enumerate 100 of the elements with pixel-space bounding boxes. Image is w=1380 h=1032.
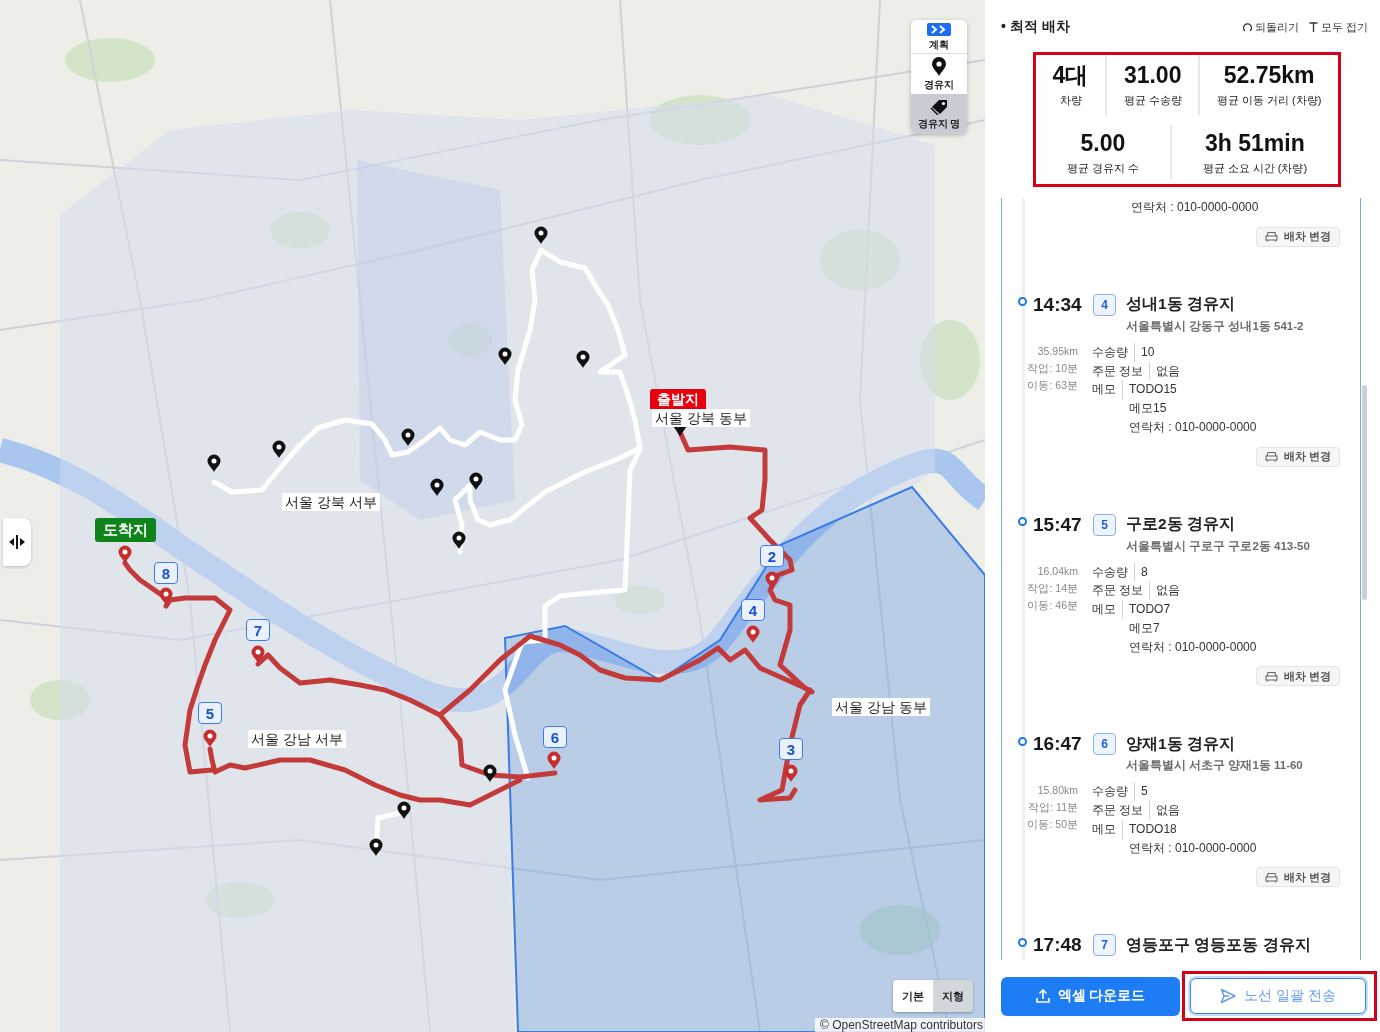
left-right-arrows-icon xyxy=(8,535,26,549)
end-label: 도착지 xyxy=(95,518,156,542)
detail-value: 없음 xyxy=(1149,801,1181,820)
arrival-time: 17:48 xyxy=(1033,934,1083,957)
scrollbar-thumb[interactable] xyxy=(1362,385,1367,600)
location-pin-icon xyxy=(369,838,383,856)
stat-value: 31.00 xyxy=(1123,61,1182,89)
undo-button[interactable]: 되돌리기 xyxy=(1242,19,1299,35)
stop-number-badge: 4 xyxy=(1093,293,1116,316)
stop-stat-text: 작업: 11분 xyxy=(1028,800,1078,816)
zone-label: 서울 강남 서부 xyxy=(248,730,346,748)
change-dispatch-button[interactable]: 배차 변경 xyxy=(1255,666,1340,687)
location-pin-icon xyxy=(452,531,466,549)
stop-number-badge: 7 xyxy=(1093,934,1116,957)
detail-value: TODO15 xyxy=(1122,380,1177,399)
location-pin-icon xyxy=(401,428,415,446)
stat-value: 3h 51min xyxy=(1205,129,1305,157)
location-pin-icon xyxy=(547,751,561,769)
detail-value: 없음 xyxy=(1149,361,1181,381)
location-pin-icon xyxy=(932,57,946,76)
location-pin-icon xyxy=(483,764,497,782)
stat-value: 52.75km xyxy=(1223,61,1315,89)
stop-name: 구로2동 경유지 xyxy=(1126,514,1235,534)
stop-name: 영등포구 영등포동 경유지 xyxy=(1126,934,1311,955)
stop-stat-text: 이동: 63분 xyxy=(1027,377,1078,393)
detail-value: 5 xyxy=(1134,782,1148,801)
stat-label: 평균 경유지 수 xyxy=(1066,161,1139,175)
location-pin-icon xyxy=(469,472,483,490)
detail-value: 연락처 : 010-0000-0000 xyxy=(1128,839,1257,857)
arrival-time: 14:34 xyxy=(1033,293,1083,316)
location-pin-icon xyxy=(746,625,760,643)
zone-label: 서울 강남 동부 xyxy=(832,698,930,716)
stop-number-badge: 4 xyxy=(741,599,765,621)
detail-value: 연락처 : 010-0000-0000 xyxy=(1130,199,1259,216)
arrival-time: 15:47 xyxy=(1033,513,1083,536)
panel-title: • 최적 배차 xyxy=(1001,18,1070,36)
detail-label: 수송량 xyxy=(1092,783,1128,801)
change-dispatch-button[interactable]: 배차 변경 xyxy=(1255,867,1340,888)
map-type-button[interactable]: 기본 xyxy=(893,980,933,1012)
detail-value: TODO7 xyxy=(1122,600,1171,619)
waypoint-name-button[interactable]: 경유지 명 xyxy=(911,94,967,134)
stat-value: 5.00 xyxy=(1080,129,1126,157)
stop-name: 양재1동 경유지 xyxy=(1126,733,1235,754)
stop-stat-text: 16.04km xyxy=(1037,563,1078,579)
stop-number-badge: 2 xyxy=(760,545,784,567)
timeline-dot-icon xyxy=(1018,297,1027,307)
detail-label: 주문 정보 xyxy=(1092,802,1144,819)
stop-address: 서울특별시 강동구 성내1동 541-2 xyxy=(1126,318,1305,334)
collapse-icon xyxy=(1308,22,1318,32)
stop-address: 서울특별시 구로구 구로2동 413-50 xyxy=(1126,538,1311,554)
timeline-dot-icon xyxy=(1018,517,1027,526)
detail-label: 주문 정보 xyxy=(1092,362,1144,380)
stop-number-badge: 7 xyxy=(246,619,270,641)
collapse-all-button[interactable]: 모두 접기 xyxy=(1308,19,1368,35)
stat-value: 4대 xyxy=(1052,61,1089,89)
location-pin-icon xyxy=(397,801,411,819)
detail-label: 수송량 xyxy=(1092,563,1128,581)
detail-value: 연락처 : 010-0000-0000 xyxy=(1128,638,1257,656)
car-icon xyxy=(1264,451,1278,462)
stop-address: 서울특별시 서초구 양재1동 11-60 xyxy=(1126,758,1304,774)
stop-number-badge: 3 xyxy=(779,738,803,760)
undo-icon xyxy=(1242,22,1252,32)
stop-stat-text: 작업: 10분 xyxy=(1027,360,1078,376)
zone-label: 서울 강북 동부 xyxy=(652,409,750,427)
car-icon xyxy=(1264,871,1278,883)
stop-number-badge: 6 xyxy=(543,726,567,748)
stop-number-badge: 8 xyxy=(154,562,178,584)
detail-label: 메모 xyxy=(1092,601,1116,618)
start-label: 출발지 xyxy=(650,389,706,409)
arrival-time: 16:47 xyxy=(1033,733,1083,756)
detail-label: 메모 xyxy=(1092,820,1116,838)
detail-value: 10 xyxy=(1134,342,1155,362)
location-pin-icon xyxy=(430,478,444,496)
waypoint-button[interactable]: 경유지 xyxy=(911,54,967,94)
detail-value: 없음 xyxy=(1149,581,1181,600)
stat-label: 평균 수송량 xyxy=(1123,93,1182,107)
detail-value: 8 xyxy=(1134,562,1148,582)
location-pin-icon xyxy=(207,454,221,472)
tag-icon xyxy=(930,98,948,115)
excel-download-button[interactable]: 엑셀 다운로드 xyxy=(1001,976,1180,1016)
map-attribution: © OpenStreetMap contributors xyxy=(815,1018,985,1032)
send-icon xyxy=(1220,988,1237,1004)
plan-button[interactable]: 계획 xyxy=(911,20,967,54)
stat-label: 평균 소요 시간 (차량) xyxy=(1202,161,1308,175)
location-pin-icon xyxy=(576,350,590,368)
location-pin-icon xyxy=(203,729,217,747)
stop-stat-text: 15.80km xyxy=(1037,783,1078,799)
detail-value: 메모7 xyxy=(1128,619,1160,637)
detail-label: 수송량 xyxy=(1092,343,1128,361)
timeline-dot-icon xyxy=(1018,937,1027,947)
detail-label: 주문 정보 xyxy=(1092,582,1144,600)
location-pin-icon xyxy=(118,545,132,563)
stop-number-badge: 6 xyxy=(1093,733,1116,756)
change-dispatch-button[interactable]: 배차 변경 xyxy=(1255,446,1340,467)
double-chevron-icon xyxy=(927,22,951,36)
upload-icon xyxy=(1035,989,1050,1003)
map-type-button[interactable]: 지형 xyxy=(933,980,973,1012)
change-dispatch-button[interactable]: 배차 변경 xyxy=(1255,226,1340,247)
panel-resize-handle[interactable] xyxy=(3,518,31,566)
location-pin-icon xyxy=(534,226,548,244)
